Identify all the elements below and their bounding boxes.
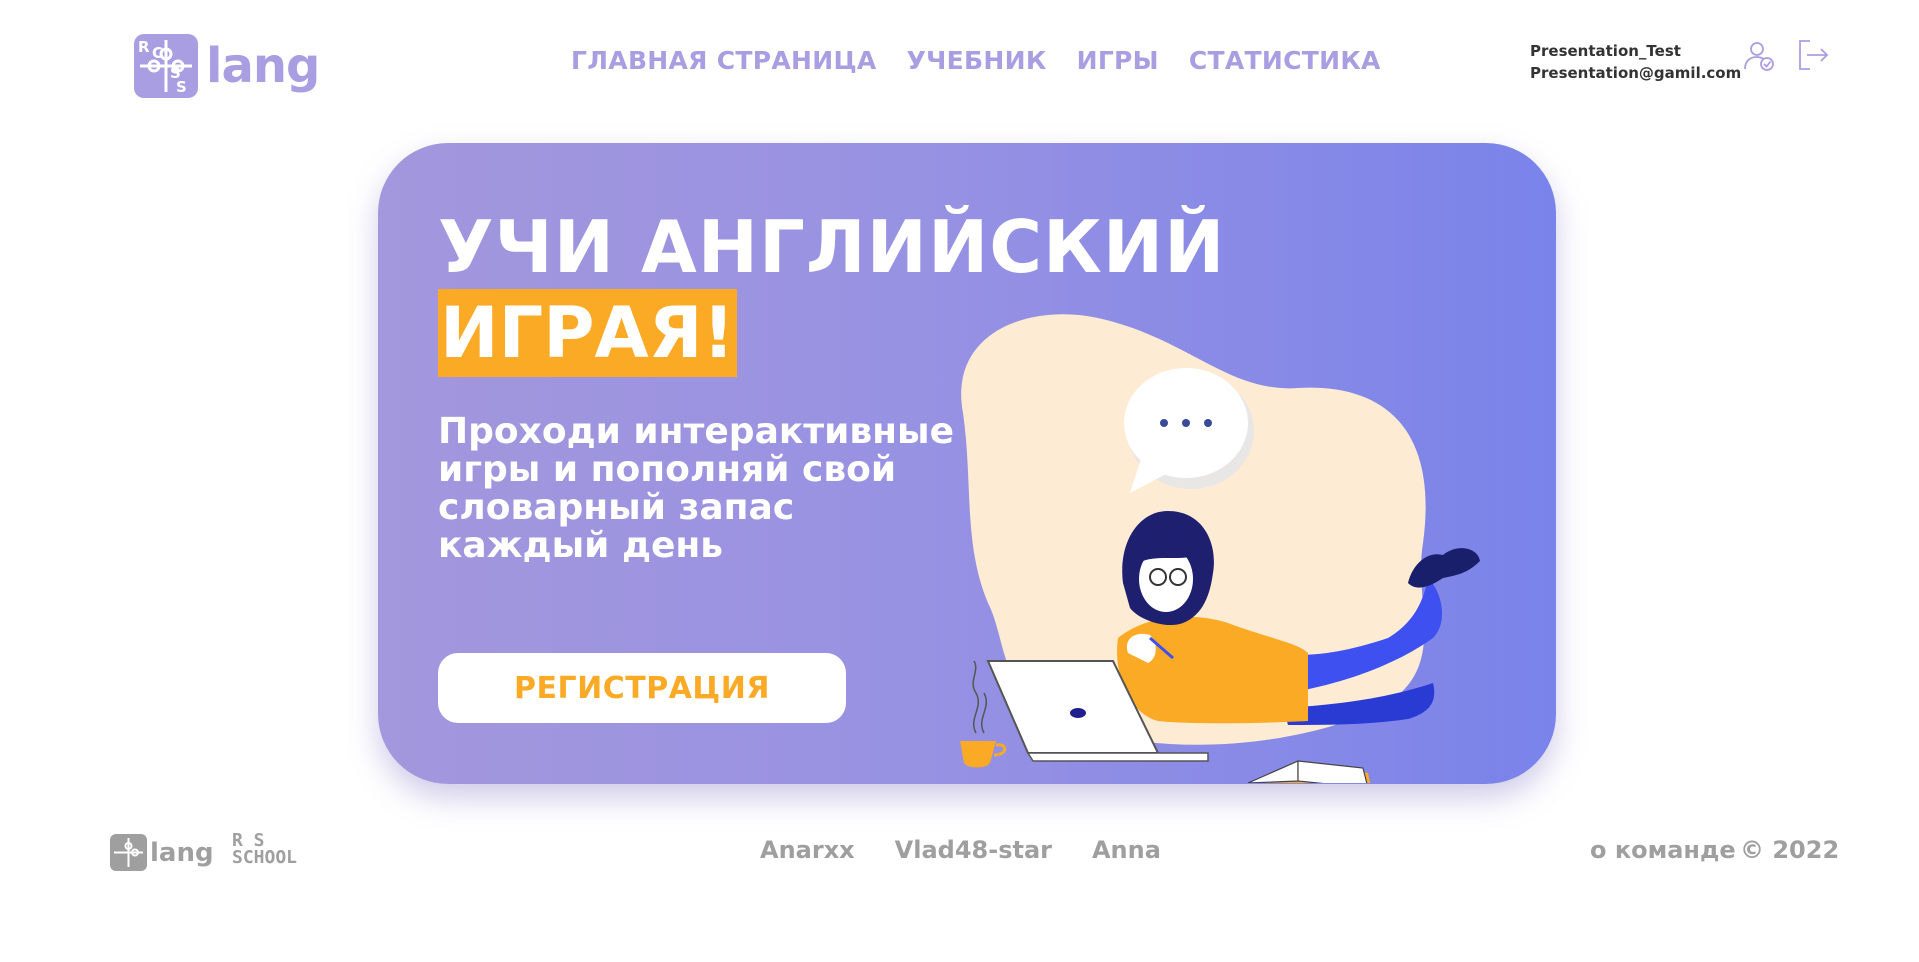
user-name: Presentation_Test [1530, 42, 1681, 60]
header: R C S S lang ГЛАВНАЯ СТРАНИЦА УЧЕБНИК ИГ… [0, 0, 1919, 120]
register-button[interactable]: РЕГИСТРАЦИЯ [438, 653, 846, 723]
authors-list: Anarxx Vlad48-star Anna [760, 836, 1161, 864]
nav-home[interactable]: ГЛАВНАЯ СТРАНИЦА [571, 46, 877, 75]
girl-with-laptop-illustration [960, 314, 1480, 783]
logo-letter-r: R [138, 38, 150, 56]
footer-logo[interactable]: lang [110, 834, 214, 871]
main-nav: ГЛАВНАЯ СТРАНИЦА УЧЕБНИК ИГРЫ СТАТИСТИКА [571, 46, 1381, 75]
footer-logo-text: lang [150, 837, 214, 868]
author-link-anarxx[interactable]: Anarxx [760, 836, 855, 864]
rs-school-line2: SCHOOL [232, 847, 298, 868]
footer-puzzle-logo-icon [110, 834, 147, 871]
author-link-vlad48-star[interactable]: Vlad48-star [895, 836, 1052, 864]
logout-icon[interactable] [1796, 38, 1830, 72]
about-team-link[interactable]: о команде [1590, 836, 1736, 864]
footer: lang R S SCHOOL Anarxx Vlad48-star Anna … [0, 820, 1919, 880]
user-check-icon[interactable] [1742, 38, 1776, 72]
user-info: Presentation_Test Presentation@gamil.com [1530, 40, 1741, 84]
rs-school-logo[interactable]: R S SCHOOL [232, 832, 298, 868]
copyright: © 2022 [1740, 836, 1840, 864]
logo-letter-s2: S [176, 78, 187, 96]
logo-text: lang [206, 38, 320, 94]
nav-textbook[interactable]: УЧЕБНИК [907, 46, 1047, 75]
app-logo[interactable]: R C S S lang [134, 34, 320, 98]
puzzle-logo-icon: R C S S [134, 34, 198, 98]
hero-banner: УЧИ АНГЛИЙСКИЙ ИГРАЯ! Проходи интерактив… [378, 143, 1556, 784]
author-link-anna[interactable]: Anna [1092, 836, 1161, 864]
nav-statistics[interactable]: СТАТИСТИКА [1189, 46, 1381, 75]
logo-letter-c: C [152, 44, 164, 62]
hero-title-highlight: ИГРАЯ! [438, 289, 737, 377]
nav-games[interactable]: ИГРЫ [1077, 46, 1159, 75]
user-email: Presentation@gamil.com [1530, 64, 1742, 82]
